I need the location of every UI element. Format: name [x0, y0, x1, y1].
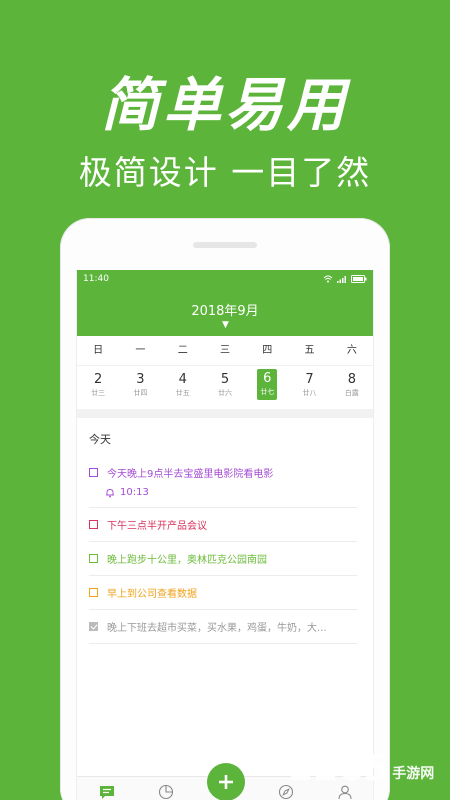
date-number: 8 — [347, 372, 356, 387]
date-row: 2 廿三 3 廿四 4 廿五 5 廿六 6 廿七 7 廿八 8 白露 — [77, 366, 373, 409]
todo-list: 今天 今天晚上9点半去宝盛里电影院看电影 10:13 下午三点半开产品会议 晚上… — [77, 418, 373, 644]
chart-icon — [159, 784, 174, 800]
checkbox[interactable] — [89, 520, 98, 529]
promo-subline: 极简设计 一目了然 — [78, 153, 372, 192]
date-cell[interactable]: 4 廿五 — [162, 369, 204, 409]
todo-text: 早上到公司查看数据 — [107, 589, 197, 600]
month-title[interactable]: 2018年9月 — [77, 300, 373, 319]
date-number: 4 — [178, 372, 187, 387]
app-screen: 11:40 2018年9月 ▼ 日 一 二 三 四 五 六 2 廿三 3 廿四 … — [76, 270, 374, 800]
todo-text: 下午三点半开产品会议 — [107, 521, 207, 532]
calendar-header: 2018年9月 ▼ — [77, 287, 373, 336]
lunar-date: 廿六 — [217, 389, 232, 397]
watermark-sub: 手游网 — [392, 766, 435, 782]
reminder-time: 10:13 — [120, 487, 149, 498]
todo-text: 晚上下班去超市买菜，买水果，鸡蛋，牛奶，大... — [107, 623, 327, 634]
signal-icon — [337, 275, 346, 283]
weekday-label: 一 — [135, 345, 146, 356]
tab-chart[interactable]: 图表 — [137, 777, 197, 800]
date-number: 6 — [263, 371, 272, 386]
plus-icon — [219, 775, 233, 789]
todo-item[interactable]: 早上到公司查看数据 — [89, 576, 357, 610]
date-cell[interactable]: 2 廿三 — [77, 369, 119, 409]
promo-headline: 简单易用 — [100, 71, 349, 139]
lunar-date: 廿八 — [302, 389, 317, 397]
weekday-label: 三 — [219, 345, 230, 356]
checkbox[interactable] — [89, 554, 98, 563]
status-time: 11:40 — [83, 273, 109, 284]
weekday-label: 四 — [262, 345, 273, 356]
checkbox-checked[interactable] — [89, 622, 98, 631]
section-divider — [77, 409, 373, 418]
todo-icon — [99, 785, 114, 799]
date-cell[interactable]: 7 廿八 — [288, 369, 330, 409]
date-cell[interactable]: 3 廿四 — [119, 369, 161, 409]
alarm-bell-icon — [106, 488, 114, 497]
lunar-date: 廿五 — [175, 389, 190, 397]
weekday-row: 日 一 二 三 四 五 六 — [77, 336, 373, 366]
weekday-label: 二 — [177, 345, 188, 356]
reminder: 10:13 — [105, 487, 357, 498]
lunar-date: 廿四 — [133, 389, 148, 397]
todo-item[interactable]: 今天晚上9点半去宝盛里电影院看电影 10:13 — [89, 456, 357, 508]
weekday-label: 日 — [93, 345, 104, 356]
lunar-date: 廿三 — [91, 389, 106, 397]
tab-todo[interactable]: 待办 — [77, 777, 137, 800]
wifi-icon — [323, 275, 333, 282]
watermark-logo: 2265 手游网 — [290, 748, 434, 789]
todo-item[interactable]: 晚上跑步十公里，奥林匹克公园南园 — [89, 542, 357, 576]
date-number: 3 — [136, 372, 145, 387]
section-label-today: 今天 — [89, 433, 111, 446]
lunar-date: 白露 — [344, 389, 359, 397]
date-cell[interactable]: 5 廿六 — [204, 369, 246, 409]
todo-text: 今天晚上9点半去宝盛里电影院看电影 — [107, 469, 274, 480]
weekday-label: 六 — [346, 345, 357, 356]
battery-icon — [351, 274, 367, 283]
date-cell-selected[interactable]: 6 廿七 — [246, 369, 288, 409]
weekday-label: 五 — [304, 345, 315, 356]
dropdown-caret-icon[interactable]: ▼ — [222, 320, 229, 330]
phone-frame: 11:40 2018年9月 ▼ 日 一 二 三 四 五 六 2 廿三 3 廿四 … — [60, 218, 390, 800]
date-number: 5 — [220, 372, 230, 387]
status-bar: 11:40 — [77, 270, 373, 287]
todo-item[interactable]: 下午三点半开产品会议 — [89, 508, 357, 542]
phone-speaker — [193, 242, 257, 248]
lunar-date: 廿七 — [260, 388, 275, 396]
watermark-brand: 2265 — [290, 748, 391, 789]
todo-item[interactable]: 晚上下班去超市买菜，买水果，鸡蛋，牛奶，大... — [89, 610, 357, 644]
date-number: 2 — [94, 372, 103, 387]
add-note-button[interactable] — [207, 763, 245, 800]
checkbox[interactable] — [89, 468, 98, 477]
date-cell[interactable]: 8 白露 — [331, 369, 373, 409]
date-number: 7 — [305, 372, 314, 387]
todo-text: 晚上跑步十公里，奥林匹克公园南园 — [107, 555, 267, 566]
checkbox[interactable] — [89, 588, 98, 597]
